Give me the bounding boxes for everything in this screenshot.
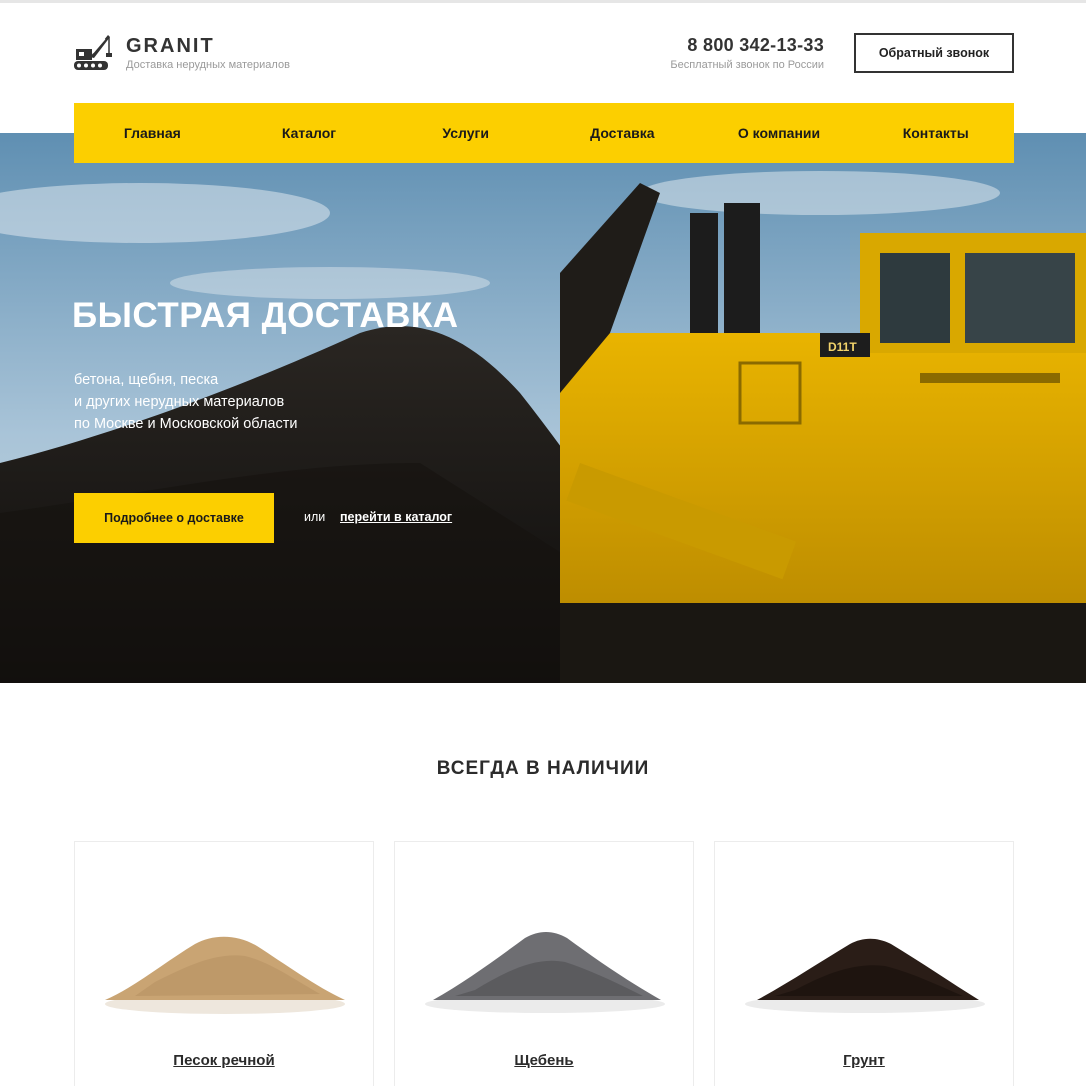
soil-pile-image	[745, 938, 985, 1013]
section-title: ВСЕГДА В НАЛИЧИИ	[436, 758, 650, 779]
nav-item-catalog[interactable]: Каталог	[231, 103, 388, 163]
hero-or-text: или	[304, 510, 326, 524]
brand-tagline: Доставка нерудных материалов	[126, 59, 290, 71]
product-card-soil[interactable]: Грунт	[714, 841, 1014, 1086]
top-border	[0, 0, 1086, 3]
phone-number[interactable]: 8 800 342-13-33	[687, 35, 824, 56]
hero-line: бетона, щебня, песка	[74, 372, 219, 388]
hero-banner: D11T БЫСТРАЯ ДОСТАВКА бетона, щебня, пес…	[0, 133, 1086, 683]
hero-line: по Москве и Московской области	[74, 416, 298, 432]
crane-logo-icon[interactable]	[74, 33, 114, 73]
nav-item-home[interactable]: Главная	[74, 103, 231, 163]
phone-note: Бесплатный звонок по России	[670, 59, 824, 71]
svg-text:D11T: D11T	[828, 340, 857, 354]
gravel-pile-image	[425, 932, 665, 1013]
catalog-link[interactable]: перейти в каталог	[340, 510, 452, 524]
brand-name[interactable]: GRANIT	[126, 35, 215, 58]
product-label[interactable]: Песок речной	[173, 1052, 274, 1069]
main-nav: Главная Каталог Услуги Доставка О компан…	[74, 103, 1014, 163]
sand-pile-image	[105, 936, 345, 1014]
product-card-sand[interactable]: Песок речной	[74, 841, 374, 1086]
product-card-gravel[interactable]: Щебень	[394, 841, 694, 1086]
hero-description: бетона, щебня, песка и других нерудных м…	[74, 369, 297, 435]
hero-line: и других нерудных материалов	[74, 394, 285, 410]
product-label[interactable]: Грунт	[843, 1052, 885, 1069]
product-label[interactable]: Щебень	[514, 1052, 573, 1069]
hero-title: БЫСТРАЯ ДОСТАВКА	[72, 296, 459, 335]
delivery-details-button[interactable]: Подробнее о доставке	[74, 493, 274, 543]
callback-button[interactable]: Обратный звонок	[854, 33, 1014, 73]
nav-item-delivery[interactable]: Доставка	[544, 103, 701, 163]
nav-item-contacts[interactable]: Контакты	[857, 103, 1014, 163]
nav-item-services[interactable]: Услуги	[387, 103, 544, 163]
nav-item-about[interactable]: О компании	[701, 103, 858, 163]
